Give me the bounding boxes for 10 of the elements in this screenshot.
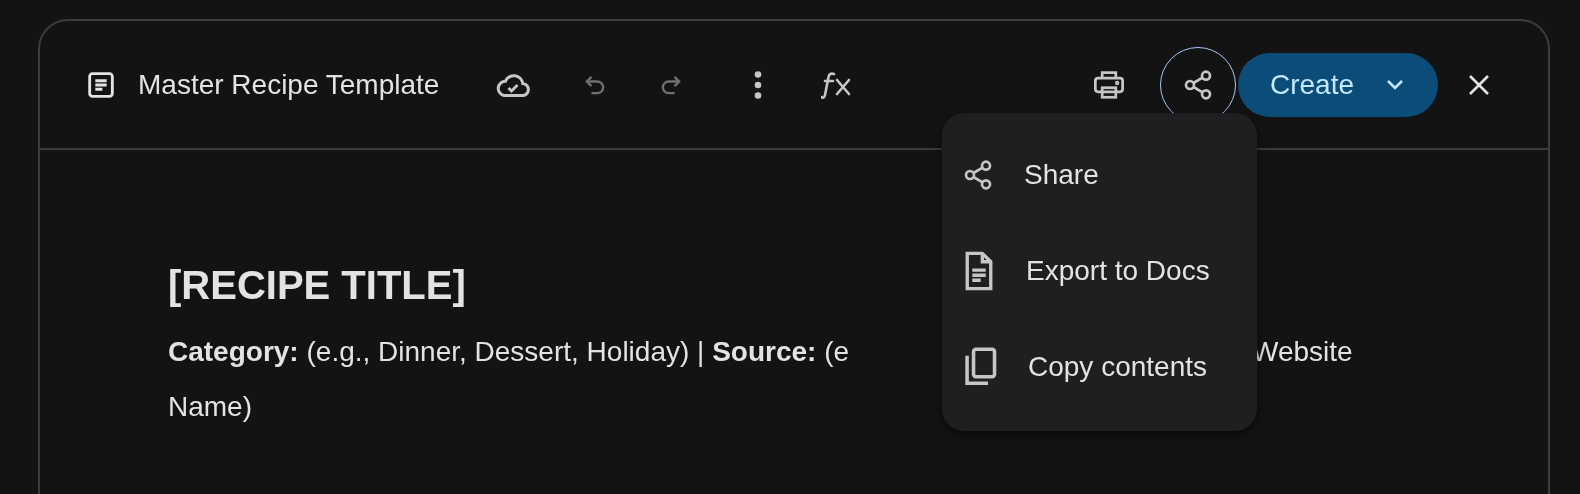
menu-item[interactable]: Share: [942, 127, 1257, 223]
recipe-meta-text: Category: (e.g., Dinner, Dessert, Holiday) | Source: (e: [168, 335, 850, 369]
caret-icon: [1386, 78, 1404, 91]
share-icon: [962, 158, 994, 192]
create-button[interactable]: Create: [1237, 52, 1438, 117]
menu-item[interactable]: Export to Docs: [942, 223, 1257, 319]
document-title: Master Recipe Template: [138, 68, 440, 101]
recipe-title: [RECIPE TITLE]: [168, 262, 466, 309]
copy-icon: [962, 346, 998, 388]
recipe-meta-text: Name): [168, 391, 252, 422]
